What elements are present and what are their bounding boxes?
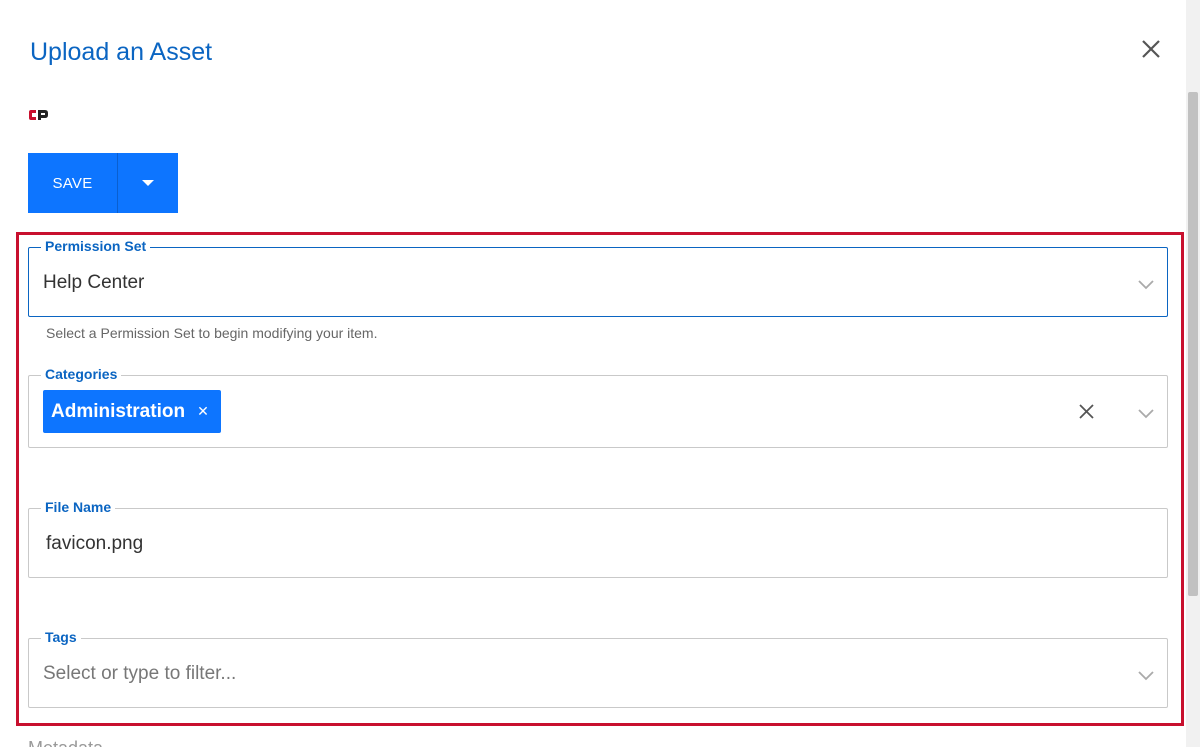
category-chip-label: Administration: [51, 400, 186, 422]
dialog-title: Upload an Asset: [30, 38, 213, 66]
tags-label: Tags: [41, 629, 81, 645]
chevron-down-icon: [1138, 671, 1154, 681]
tags-select[interactable]: Tags Select or type to filter...: [28, 629, 1168, 708]
caret-down-icon: [142, 180, 154, 186]
save-options-button[interactable]: [118, 153, 178, 213]
metadata-section-label: Metadata: [28, 738, 103, 747]
file-name-label: File Name: [41, 499, 116, 515]
file-name-field[interactable]: File Name favicon.png: [28, 499, 1168, 578]
category-chip: Administration ✕: [43, 390, 221, 433]
categories-select[interactable]: Categories Administration ✕: [28, 366, 1168, 448]
permission-set-select[interactable]: Permission Set Help Center: [28, 238, 1168, 317]
clear-icon[interactable]: [1078, 403, 1095, 420]
chevron-down-icon: [1138, 280, 1154, 290]
tags-placeholder: Select or type to filter...: [43, 663, 237, 684]
scrollbar-thumb[interactable]: [1188, 92, 1198, 596]
save-button[interactable]: SAVE: [28, 153, 117, 213]
permission-set-helper: Select a Permission Set to begin modifyi…: [46, 325, 378, 341]
remove-chip-icon[interactable]: ✕: [197, 403, 209, 420]
close-button[interactable]: [1138, 36, 1164, 62]
scrollbar[interactable]: [1186, 0, 1200, 747]
file-name-value: favicon.png: [46, 533, 144, 554]
permission-set-label: Permission Set: [41, 238, 151, 254]
chevron-down-icon: [1138, 409, 1154, 419]
categories-label: Categories: [41, 366, 122, 382]
save-button-group: SAVE: [28, 153, 178, 213]
close-icon: [1142, 40, 1160, 58]
permission-set-value: Help Center: [43, 272, 145, 293]
cp-logo-icon: [28, 108, 50, 122]
